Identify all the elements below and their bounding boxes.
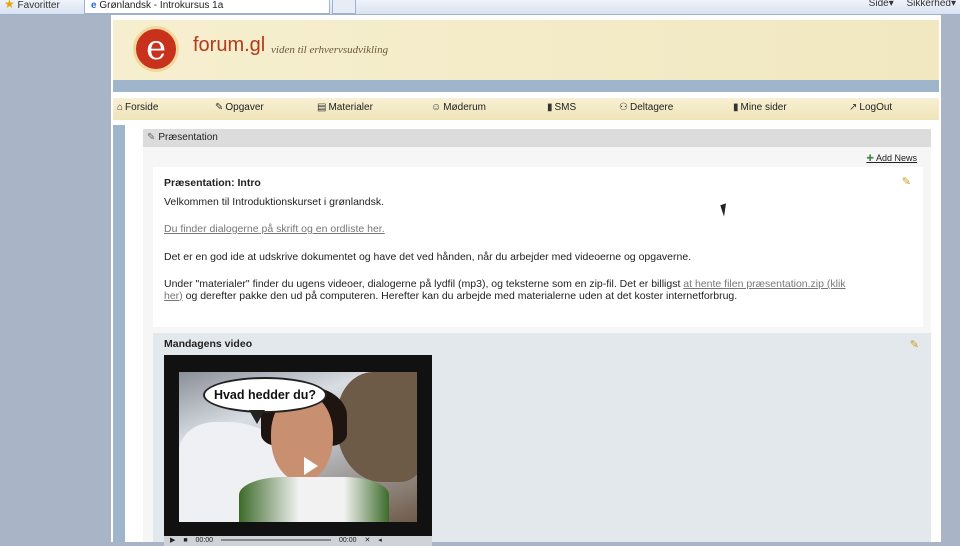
phone-icon: ▮ <box>547 102 553 113</box>
close-icon[interactable]: ✕ <box>364 537 370 544</box>
brand-name: forum.gl <box>193 34 266 56</box>
logout-icon: ↗ <box>849 102 858 113</box>
video-section: ✎ Mandagens video Hvad hedder du? ▶ ■ 00… <box>153 333 931 546</box>
edit-icon[interactable]: ✎ <box>910 338 919 351</box>
nav-materialer[interactable]: ▤ Materialer <box>317 102 373 113</box>
dialog-link[interactable]: Du finder dialogerne på skrift og en ord… <box>164 223 385 235</box>
time-total: 00:00 <box>338 537 357 544</box>
video-title: Mandagens video <box>164 338 253 350</box>
right-margin <box>941 15 960 542</box>
video-frame: Hvad hedder du? <box>179 372 417 522</box>
add-news-link[interactable]: ✚ Add News <box>866 153 917 164</box>
tool-security[interactable]: Sikkerhed <box>907 0 951 9</box>
nav-deltagere[interactable]: ⚇ Deltagere <box>619 102 673 113</box>
video-controls: ▶ ■ 00:00 00:00 ✕ ◂ <box>164 536 432 546</box>
add-news-icon: ✚ <box>866 153 874 163</box>
left-sidebar-strip <box>113 125 125 542</box>
volume-icon[interactable]: ◂ <box>378 537 382 544</box>
slogan: viden til erhvervsudvikling <box>271 44 389 56</box>
nav-opgaver[interactable]: ✎ Opgaver <box>215 102 264 113</box>
materials-icon: ▤ <box>317 102 327 113</box>
panel-header: ✎ Præsentation <box>143 129 931 147</box>
edit-icon[interactable]: ✎ <box>902 175 911 188</box>
favorites-button[interactable]: ★ Favoritter <box>4 0 60 11</box>
people-icon: ⚇ <box>619 102 628 113</box>
nav-logout[interactable]: ↗ LogOut <box>849 102 892 113</box>
intro-content: ✎ Præsentation: Intro Velkommen til Intr… <box>153 167 923 327</box>
panel-title: Præsentation <box>158 132 218 143</box>
browser-tab-active[interactable]: e Grønlandsk - Introkursus 1a <box>84 0 330 14</box>
time-elapsed: 00:00 <box>195 537 214 544</box>
speech-bubble: Hvad hedder du? <box>203 377 327 413</box>
play-button[interactable]: ▶ <box>170 537 175 544</box>
browser-toolbar: ★ Favoritter e Grønlandsk - Introkursus … <box>0 0 960 15</box>
main-nav: ⌂ Forside ✎ Opgaver ▤ Materialer ☺ Møderum ▮… <box>113 98 939 120</box>
content-title: Præsentation: Intro <box>164 177 261 189</box>
browser-tools: Side▾ Sikkerhed▾ <box>868 0 956 9</box>
home-icon: ⌂ <box>117 102 124 113</box>
materials-text: Under "materialer" finder du ugens video… <box>164 278 846 302</box>
print-tip-text: Det er en god ide at udskrive dokumentet… <box>164 251 692 263</box>
page: e forum.gl viden til erhvervsudvikling ⌂… <box>111 15 941 546</box>
left-margin <box>0 15 111 542</box>
video-player[interactable]: Hvad hedder du? ▶ ■ 00:00 00:00 ✕ ◂ <box>164 355 432 546</box>
site-header: e forum.gl viden til erhvervsudvikling <box>113 20 939 80</box>
nav-forside[interactable]: ⌂ Forside <box>117 102 158 113</box>
seek-bar[interactable] <box>221 539 332 542</box>
meeting-icon: ☺ <box>431 102 442 113</box>
stop-button[interactable]: ■ <box>183 537 187 544</box>
nav-moderum[interactable]: ☺ Møderum <box>431 102 486 113</box>
star-icon: ★ <box>4 0 15 11</box>
new-tab-button[interactable] <box>332 0 356 14</box>
tasks-icon: ✎ <box>215 102 224 113</box>
user-icon: ▮ <box>733 102 739 113</box>
nav-sms[interactable]: ▮ SMS <box>547 102 576 113</box>
presentation-panel: ✎ Præsentation ✚ Add News ✎ Præsentation:… <box>143 129 931 546</box>
header-divider <box>113 80 939 92</box>
ie-icon: e <box>91 0 97 11</box>
play-icon[interactable] <box>304 457 318 475</box>
nav-mine-sider[interactable]: ▮ Mine sider <box>733 102 787 113</box>
logo[interactable]: e <box>133 26 179 72</box>
tool-side[interactable]: Side <box>869 0 889 9</box>
pencil-icon: ✎ <box>147 132 156 143</box>
welcome-text: Velkommen til Introduktionskurset i grøn… <box>164 196 385 208</box>
